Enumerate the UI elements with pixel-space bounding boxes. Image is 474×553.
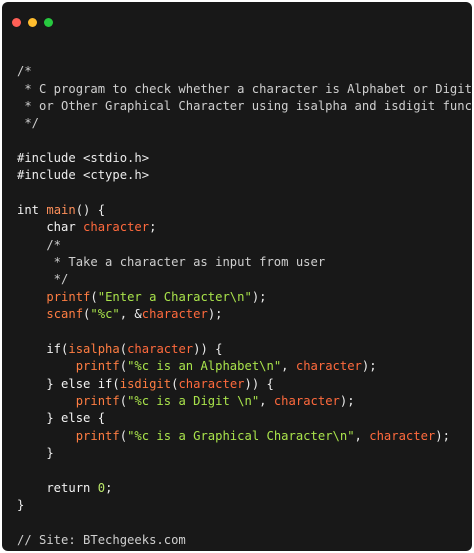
code-token-plain: );	[435, 428, 450, 443]
code-token-var: character	[127, 341, 194, 356]
code-line: printf("%c is an Alphabet\n", character)…	[17, 358, 472, 375]
code-line: * Take a character as input from user	[17, 254, 472, 271]
code-token-plain: , &	[119, 307, 142, 322]
code-token-plain: }	[17, 497, 25, 512]
code-token-plain: #include <ctype.h>	[17, 168, 150, 183]
code-token-var: character	[295, 359, 362, 374]
code-block: /* * C program to check whether a charac…	[17, 46, 472, 549]
code-line: char character;	[17, 219, 472, 236]
code-token-var: character	[141, 307, 208, 322]
code-token-comment: /*	[17, 64, 32, 79]
code-window: /* * C program to check whether a charac…	[2, 2, 472, 551]
window-controls	[12, 18, 53, 27]
code-line: return 0;	[17, 480, 472, 497]
code-token-fncall: scanf	[46, 307, 84, 322]
code-token-comment: * Take a character as input from user	[17, 255, 326, 270]
code-token-plain: (	[90, 289, 98, 304]
code-line: #include <ctype.h>	[17, 167, 472, 184]
code-token-var: character	[273, 393, 340, 408]
code-token-func: main	[46, 203, 76, 218]
code-line: #include <stdio.h>	[17, 150, 472, 167]
code-token-plain: }	[17, 445, 54, 460]
code-line: /*	[17, 63, 472, 80]
code-token-plain: ,	[281, 359, 296, 374]
code-token-comment: // Site: BTechgeeks.com	[17, 532, 186, 547]
code-token-plain: );	[339, 393, 355, 408]
code-token-comment: */	[17, 272, 69, 287]
code-token-string: "%c is an Alphabet\n"	[127, 359, 282, 374]
code-token-keyword: } else if(	[17, 376, 120, 391]
code-line: printf("%c is a Graphical Character\n", …	[17, 428, 472, 445]
code-token-plain: (	[119, 428, 128, 443]
code-token-comment: */	[17, 116, 40, 131]
code-token-plain: ,	[259, 393, 274, 408]
code-line: } else if(isdigit(character)) {	[17, 376, 472, 393]
code-token-plain: ;	[149, 220, 157, 235]
code-token-string: "%c"	[90, 307, 120, 322]
code-token-keyword: return	[17, 480, 98, 495]
maximize-dot-icon[interactable]	[44, 18, 53, 27]
code-token-string: "%c is a Graphical Character\n"	[127, 428, 355, 443]
code-line: int main() {	[17, 202, 472, 219]
code-line: */	[17, 115, 472, 132]
code-token-plain: );	[251, 289, 267, 304]
code-line: * C program to check whether a character…	[17, 81, 472, 98]
code-token-fncall: printf	[46, 289, 91, 304]
code-token-plain: (	[119, 341, 128, 356]
code-line: }	[17, 497, 472, 514]
code-token-comment: * C program to check whether a character…	[17, 81, 472, 96]
code-token-fncall: isalpha	[68, 341, 120, 356]
code-line: }	[17, 445, 472, 462]
code-token-plain: (	[119, 359, 128, 374]
code-token-keyword: } else {	[17, 411, 106, 426]
code-token-type: int	[17, 203, 47, 218]
code-token-plain: () {	[75, 203, 106, 218]
code-token-plain: )) {	[244, 376, 274, 391]
code-token-plain: #include <stdio.h>	[17, 151, 150, 166]
code-token-string: "%c is a Digit \n"	[127, 393, 260, 408]
code-token-comment: /*	[17, 237, 62, 252]
close-dot-icon[interactable]	[12, 18, 21, 27]
code-token-type: char	[17, 220, 84, 235]
code-line: // Site: BTechgeeks.com	[17, 532, 472, 549]
code-line: /*	[17, 237, 472, 254]
code-line: printf("Enter a Character\n");	[17, 289, 472, 306]
code-token-plain: );	[361, 359, 377, 374]
code-line: scanf("%c", &character);	[17, 306, 472, 323]
code-line: } else {	[17, 410, 472, 427]
code-token-var: character	[178, 376, 245, 391]
code-token-keyword: if(	[17, 341, 69, 356]
code-token-plain: (	[119, 393, 128, 408]
code-token-number: 0	[97, 480, 106, 495]
code-token-plain: ;	[105, 480, 113, 495]
code-token-comment: * or Other Graphical Character using isa…	[17, 99, 472, 114]
code-token-fncall: printf	[75, 393, 120, 408]
code-token-string: "Enter a Character\n"	[97, 289, 252, 304]
code-token-fncall: printf	[75, 428, 120, 443]
code-line: printf("%c is a Digit \n", character);	[17, 393, 472, 410]
code-line: * or Other Graphical Character using isa…	[17, 98, 472, 115]
code-token-fncall: printf	[75, 359, 120, 374]
code-line: if(isalpha(character)) {	[17, 341, 472, 358]
code-line: */	[17, 271, 472, 288]
minimize-dot-icon[interactable]	[28, 18, 37, 27]
code-token-var: character	[83, 220, 150, 235]
code-token-plain: );	[207, 307, 223, 322]
code-token-fncall: isdigit	[119, 376, 172, 391]
code-token-plain: ,	[354, 428, 370, 443]
code-token-plain: )) {	[193, 341, 223, 356]
code-token-var: character	[369, 428, 436, 443]
